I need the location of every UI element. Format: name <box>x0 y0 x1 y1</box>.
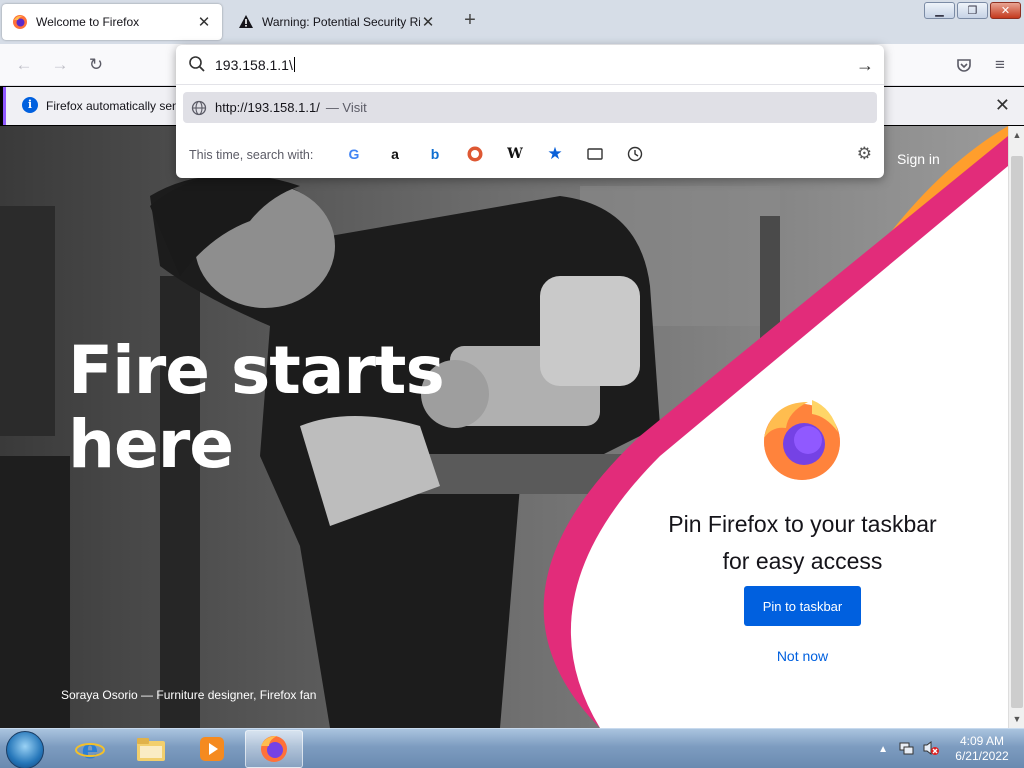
restore-button[interactable]: ❐ <box>957 2 988 19</box>
window-controls: ▁ ❐ ✕ <box>924 2 1021 19</box>
amazon-engine-icon[interactable]: a <box>385 144 405 164</box>
sign-in-link[interactable]: Sign in <box>897 151 940 167</box>
google-engine-icon[interactable]: G <box>344 144 364 164</box>
scroll-thumb[interactable] <box>1011 156 1023 708</box>
url-suggestion-visit[interactable]: http://193.158.1.1/ — Visit <box>183 92 877 123</box>
forward-icon[interactable]: → <box>49 54 71 76</box>
new-tab-plus-icon[interactable]: + <box>459 10 481 32</box>
scroll-up-icon[interactable]: ▲ <box>1009 127 1024 143</box>
tab-title: Warning: Potential Security Risk Ahead <box>262 15 420 29</box>
url-bar-dropdown: 193.158.1.1\ → http://193.158.1.1/ — Visi… <box>176 45 884 178</box>
show-hidden-icons-icon[interactable]: ▲ <box>878 744 888 755</box>
close-notification-icon[interactable]: ✕ <box>995 95 1010 116</box>
tabs-icon[interactable] <box>585 144 605 164</box>
search-settings-gear-icon[interactable]: ⚙ <box>857 144 872 164</box>
warning-icon <box>239 15 253 28</box>
close-tab-icon[interactable]: ✕ <box>420 13 436 31</box>
text-cursor <box>293 57 295 72</box>
globe-icon <box>191 100 207 116</box>
photo-caption: Soraya Osorio — Furniture designer, Fire… <box>61 688 317 702</box>
pocket-icon[interactable] <box>953 54 975 76</box>
close-tab-icon[interactable]: ✕ <box>196 13 212 31</box>
back-icon[interactable]: ← <box>13 54 35 76</box>
hamburger-menu-icon[interactable]: ≡ <box>989 54 1011 76</box>
clock[interactable]: 4:09 AM 6/21/2022 <box>946 734 1018 764</box>
start-button[interactable] <box>6 731 44 768</box>
info-icon: i <box>22 97 38 113</box>
page-content: Fire starts here Soraya Osorio — Furnitu… <box>0 126 1008 728</box>
firefox-taskbar-icon[interactable] <box>245 730 303 768</box>
tab-welcome[interactable]: Welcome to Firefox ✕ <box>2 4 222 40</box>
search-with-label: This time, search with: <box>189 148 314 162</box>
volume-muted-icon[interactable] <box>922 740 940 759</box>
go-arrow-icon[interactable]: → <box>856 55 874 76</box>
pin-taskbar-heading: Pin Firefox to your taskbar for easy acc… <box>668 511 937 574</box>
suggestion-action: — Visit <box>325 100 367 115</box>
firefox-icon <box>13 15 27 29</box>
minimize-button[interactable]: ▁ <box>924 2 955 19</box>
url-input-row: 193.158.1.1\ → <box>176 45 884 85</box>
tab-strip: Welcome to Firefox ✕ Warning: Potential … <box>0 0 1024 44</box>
scroll-down-icon[interactable]: ▼ <box>1009 711 1024 727</box>
bing-engine-icon[interactable]: b <box>425 144 445 164</box>
hero-title: Fire starts here <box>68 332 445 483</box>
history-clock-icon[interactable] <box>625 144 645 164</box>
notification-text: Firefox automatically sen <box>46 99 179 113</box>
suggestion-url: http://193.158.1.1/ <box>215 100 320 115</box>
pin-to-taskbar-button[interactable]: Pin to taskbar <box>744 586 861 626</box>
internet-explorer-icon[interactable]: e <box>61 730 119 768</box>
system-tray: ▲ 4:09 AM 6/21/2022 <box>878 729 1018 768</box>
clock-date: 6/21/2022 <box>955 749 1009 763</box>
tab-title: Welcome to Firefox <box>36 15 140 29</box>
media-player-icon[interactable] <box>183 730 241 768</box>
svg-text:e: e <box>82 735 99 764</box>
reload-icon[interactable]: ↻ <box>85 54 107 76</box>
wikipedia-engine-icon[interactable]: W <box>505 144 525 164</box>
tab-security-warning[interactable]: Warning: Potential Security Risk Ahead ✕ <box>228 4 446 40</box>
bookmarks-star-icon[interactable]: ★ <box>545 144 565 164</box>
search-icon <box>189 56 205 72</box>
duckduckgo-engine-icon[interactable] <box>465 144 485 164</box>
file-explorer-icon[interactable] <box>122 730 180 768</box>
not-now-link[interactable]: Not now <box>744 648 861 664</box>
network-icon[interactable] <box>898 740 914 759</box>
url-input[interactable]: 193.158.1.1\ <box>215 57 295 73</box>
close-window-button[interactable]: ✕ <box>990 2 1021 19</box>
windows-taskbar: e ▲ 4:09 AM 6/21/2022 <box>0 728 1024 768</box>
clock-time: 4:09 AM <box>959 734 1005 748</box>
vertical-scrollbar[interactable]: ▲ ▼ <box>1008 126 1024 728</box>
